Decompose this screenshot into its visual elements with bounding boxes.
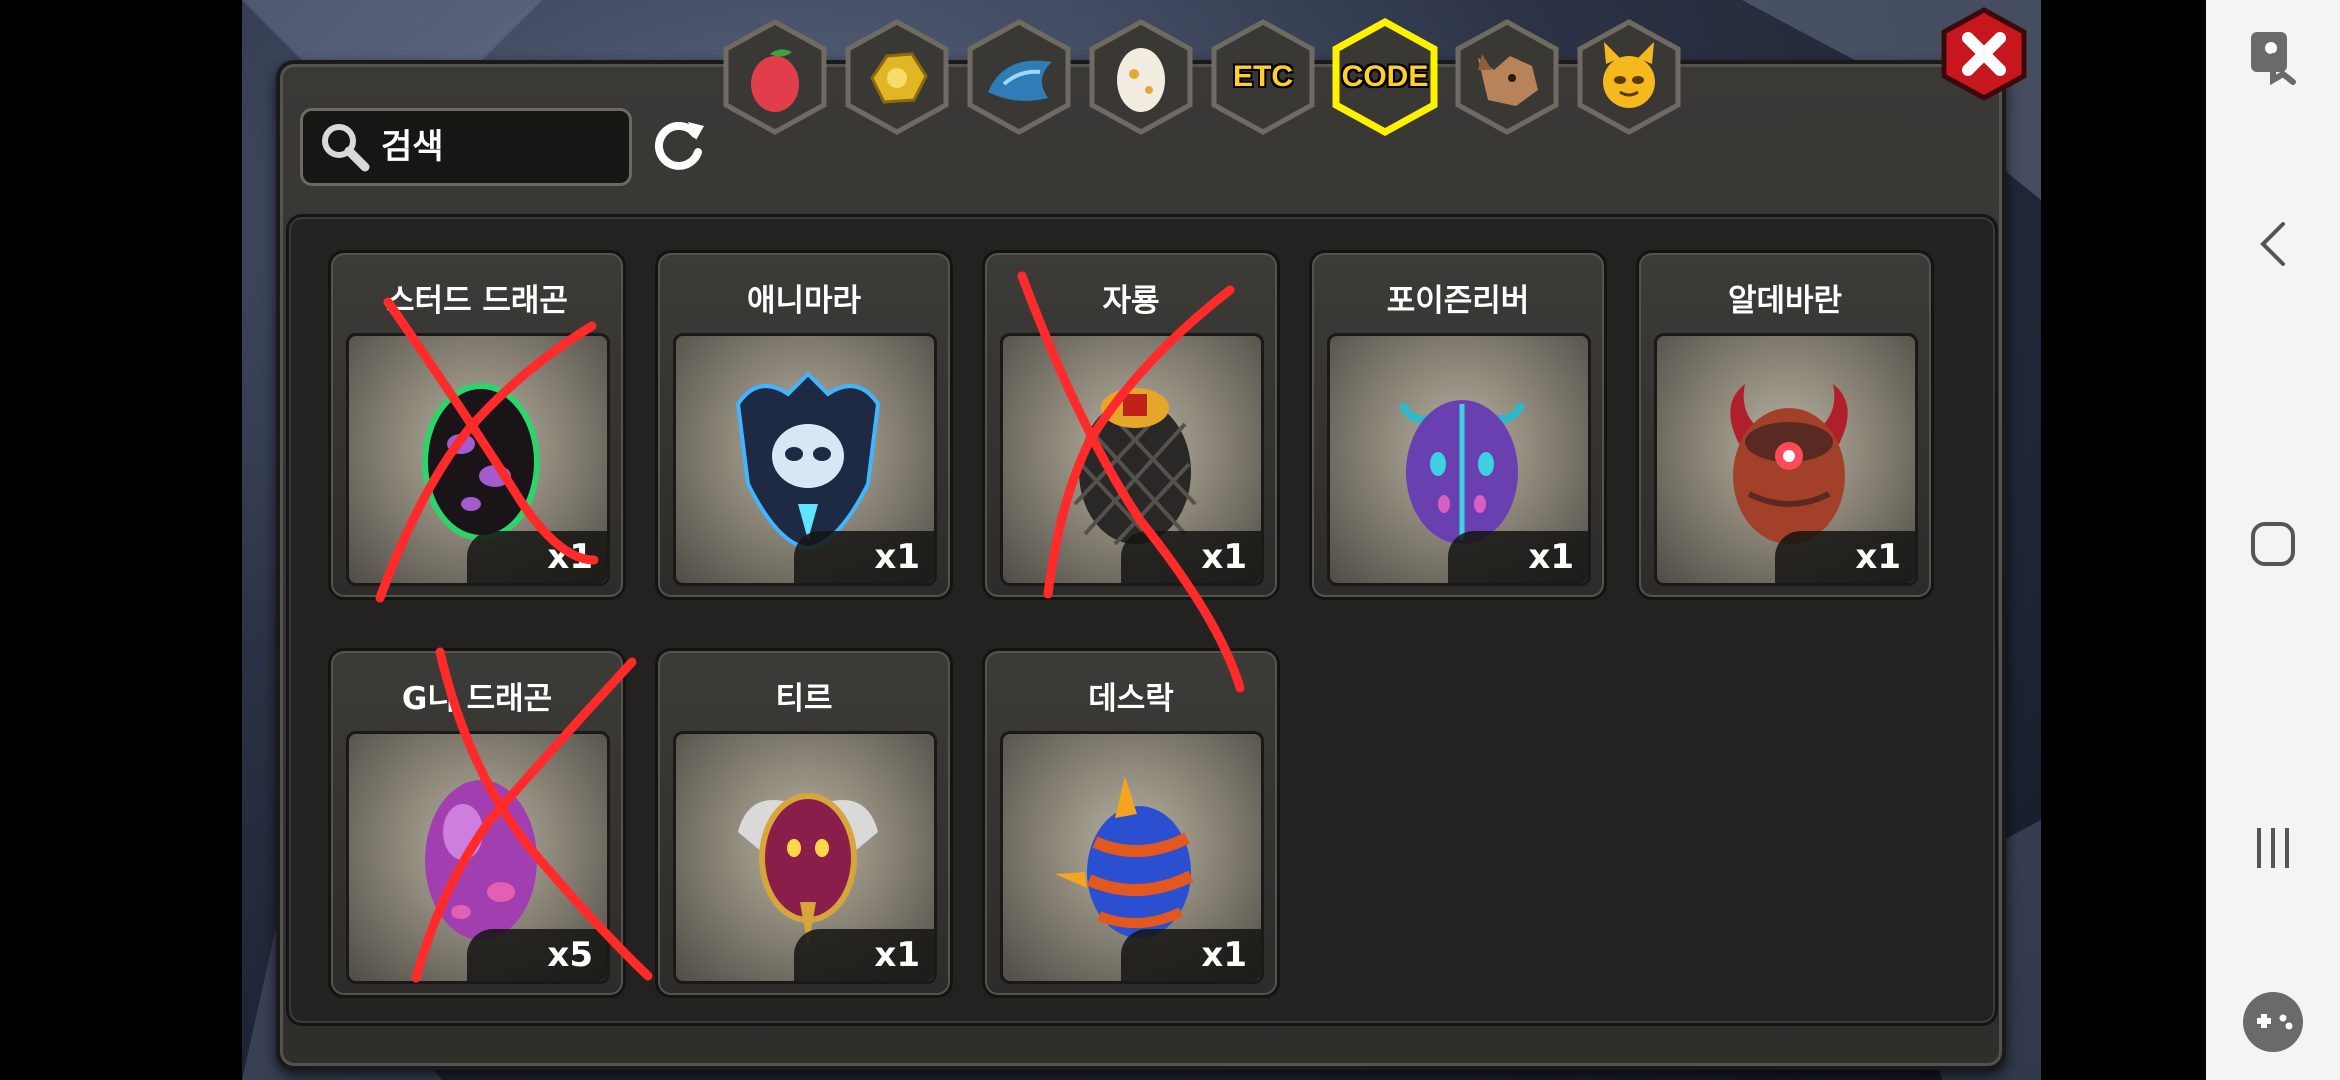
tab-etc[interactable]: ETC xyxy=(1208,18,1318,136)
close-button[interactable] xyxy=(1936,6,2032,102)
blue-striped-egg-icon xyxy=(1055,776,1194,938)
item-quantity: x5 xyxy=(467,929,607,981)
item-slot: x5 xyxy=(346,731,610,984)
item-quantity: x1 xyxy=(1121,929,1261,981)
tab-egg[interactable] xyxy=(1086,18,1196,136)
item-name: 티르 xyxy=(775,681,833,717)
item-card[interactable]: 애니마라 x1 xyxy=(655,250,953,600)
item-slot: x1 xyxy=(1000,333,1264,586)
item-card[interactable]: 티르 x1 xyxy=(655,648,953,998)
item-quantity: x1 xyxy=(1775,531,1915,583)
crystal-skull-egg-icon xyxy=(735,371,881,551)
tab-pet[interactable] xyxy=(1574,18,1684,136)
item-card[interactable]: G니 드래곤 x5 xyxy=(328,648,626,998)
back-icon xyxy=(2260,222,2285,266)
winged-crimson-egg-icon xyxy=(738,793,878,948)
item-name: 알데바란 xyxy=(1727,283,1843,319)
egg-icon xyxy=(1117,48,1165,112)
item-quantity: x1 xyxy=(1448,531,1588,583)
item-quantity: x1 xyxy=(794,531,934,583)
search-input[interactable] xyxy=(381,127,611,167)
item-slot: x1 xyxy=(673,333,937,586)
netted-gold-egg-icon xyxy=(1073,388,1197,546)
item-quantity: x1 xyxy=(794,929,934,981)
item-slot: x1 xyxy=(673,731,937,984)
item-slot: x1 xyxy=(1327,333,1591,586)
left-letterbox xyxy=(0,0,242,1080)
item-slot: x1 xyxy=(346,333,610,586)
refresh-icon[interactable] xyxy=(650,116,710,176)
item-name: 애니마라 xyxy=(746,283,862,319)
item-name: G니 드래곤 xyxy=(401,681,553,717)
item-card[interactable]: 알데바란 x1 xyxy=(1636,250,1934,600)
search-box[interactable] xyxy=(300,108,632,186)
search-icon xyxy=(322,124,370,172)
item-slot: x1 xyxy=(1000,731,1264,984)
purple-spotted-egg-icon xyxy=(1398,400,1526,544)
item-name: 데스락 xyxy=(1088,681,1174,717)
touch-lock-icon xyxy=(2251,32,2296,86)
tab-wolf[interactable] xyxy=(1452,18,1562,136)
item-quantity: x1 xyxy=(1121,531,1261,583)
home-icon xyxy=(2251,522,2295,566)
black-purple-egg-icon xyxy=(422,383,540,541)
item-card[interactable]: 자룡 x1 xyxy=(982,250,1280,600)
recents-icon xyxy=(2257,828,2289,868)
item-quantity: x1 xyxy=(467,531,607,583)
system-nav-bar xyxy=(2206,0,2340,1080)
item-card[interactable]: 스터드 드래곤 x1 xyxy=(328,250,626,600)
back-button[interactable] xyxy=(2206,194,2340,294)
tab-code[interactable]: CODE xyxy=(1330,18,1440,136)
item-name: 포이즌리버 xyxy=(1386,283,1530,319)
gamepad-icon xyxy=(2243,992,2303,1052)
item-card[interactable]: 포이즌리버 x1 xyxy=(1309,250,1607,600)
right-letterbox xyxy=(2041,0,2206,1080)
tab-fruit[interactable] xyxy=(720,18,830,136)
tab-code-label: CODE xyxy=(1341,60,1429,93)
home-button[interactable] xyxy=(2206,494,2340,594)
pink-purple-egg-icon xyxy=(425,780,537,940)
tab-gold[interactable] xyxy=(842,18,952,136)
horned-red-egg-icon xyxy=(1730,384,1848,544)
screen-touch-button[interactable] xyxy=(2206,6,2340,106)
tab-etc-label: ETC xyxy=(1233,60,1293,93)
item-name: 자룡 xyxy=(1102,283,1160,319)
game-tools-button[interactable] xyxy=(2206,972,2340,1072)
item-name: 스터드 드래곤 xyxy=(386,283,568,319)
recents-button[interactable] xyxy=(2206,798,2340,898)
tab-scale[interactable] xyxy=(964,18,1074,136)
item-card[interactable]: 데스락 x1 xyxy=(982,648,1280,998)
item-slot: x1 xyxy=(1654,333,1918,586)
